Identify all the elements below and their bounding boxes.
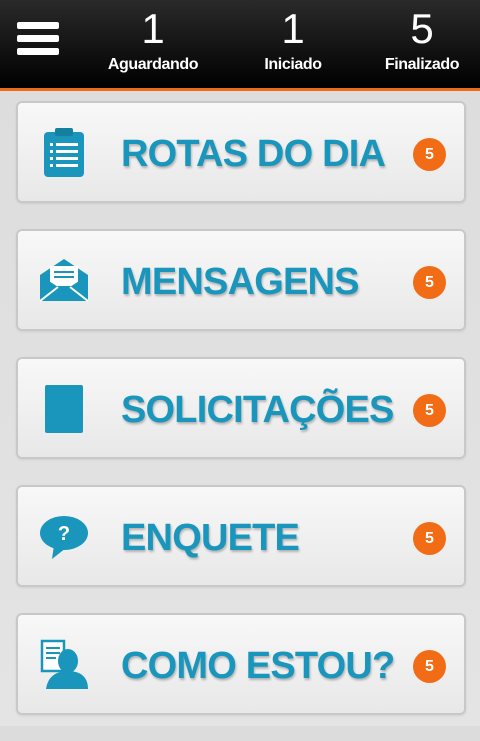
question-bubble-icon: ? [38, 511, 90, 563]
user-report-icon [38, 639, 90, 691]
stat-label: Aguardando [107, 56, 199, 73]
menu-item-label: ENQUETE [121, 517, 300, 559]
svg-text:?: ? [58, 523, 70, 545]
count-badge: 5 [413, 266, 446, 299]
menu-item-solicitacoes[interactable]: SOLICITAÇÕES 5 [16, 357, 466, 459]
count-badge: 5 [413, 394, 446, 427]
stat-label: Iniciado [264, 56, 322, 73]
document-icon [38, 383, 90, 435]
menu-item-rotas-do-dia[interactable]: ROTAS DO DIA 5 [16, 101, 466, 203]
count-badge: 5 [413, 650, 446, 683]
menu-item-como-estou[interactable]: COMO ESTOU? 5 [16, 613, 466, 715]
stat-iniciado: 1 Iniciado [233, 0, 353, 74]
count-badge: 5 [413, 522, 446, 555]
stat-value: 5 [410, 5, 434, 52]
menu-item-label: ROTAS DO DIA [121, 133, 386, 175]
main-menu: ROTAS DO DIA 5 MENSAGENS 5 SOLICITAÇÕES … [16, 101, 466, 741]
menu-item-label: COMO ESTOU? [121, 645, 395, 687]
header-bar: 1 Aguardando 1 Iniciado 5 Finalizado [0, 0, 480, 91]
menu-item-label: MENSAGENS [121, 261, 360, 303]
menu-item-mensagens[interactable]: MENSAGENS 5 [16, 229, 466, 331]
envelope-icon [38, 255, 90, 307]
menu-item-label: SOLICITAÇÕES [121, 389, 394, 431]
stat-value: 1 [141, 5, 165, 52]
menu-item-enquete[interactable]: ? ENQUETE 5 [16, 485, 466, 587]
hamburger-menu-icon[interactable] [17, 22, 59, 64]
stat-aguardando: 1 Aguardando [93, 0, 213, 74]
stat-finalizado: 5 Finalizado [362, 0, 480, 74]
clipboard-icon [38, 127, 90, 179]
stat-value: 1 [281, 5, 305, 52]
count-badge: 5 [413, 138, 446, 171]
stat-label: Finalizado [384, 56, 460, 73]
